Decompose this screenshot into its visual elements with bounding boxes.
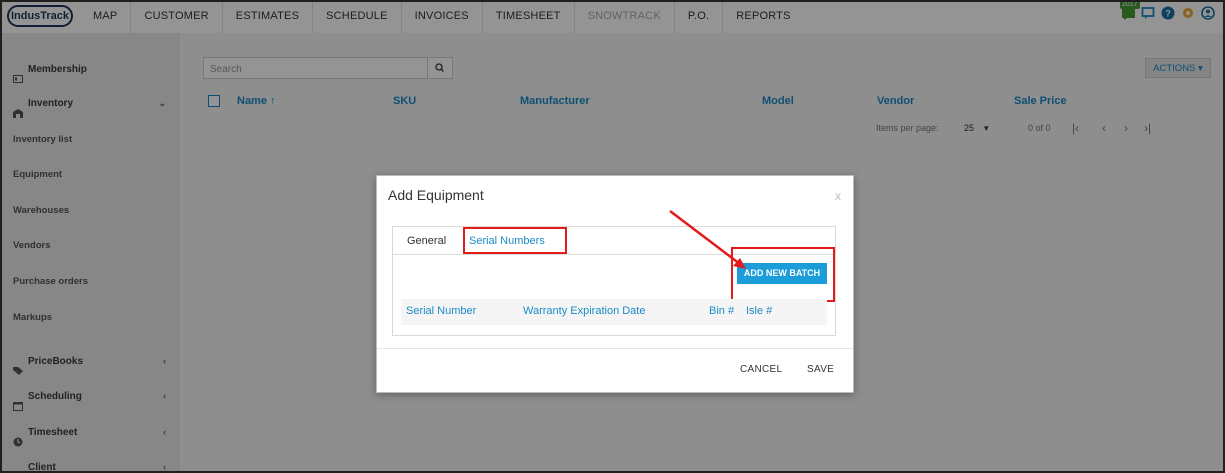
highlight-box <box>463 227 567 254</box>
column-header-bin[interactable]: Bin # <box>709 305 734 317</box>
tab-general[interactable]: General <box>407 235 446 247</box>
add-equipment-dialog: Add Equipment x General Serial Numbers A… <box>376 175 854 393</box>
column-header-serial-number[interactable]: Serial Number <box>406 305 476 317</box>
close-icon[interactable]: x <box>835 189 841 203</box>
highlight-box <box>731 247 835 302</box>
dialog-footer-divider <box>377 348 853 349</box>
dialog-body: General Serial Numbers ADD NEW BATCH Ser… <box>392 226 836 336</box>
column-header-isle[interactable]: Isle # <box>746 305 772 317</box>
save-button[interactable]: SAVE <box>807 364 834 375</box>
cancel-button[interactable]: CANCEL <box>740 364 782 375</box>
column-header-warranty-expiration[interactable]: Warranty Expiration Date <box>523 305 645 317</box>
app-window: IndusTrack MAP CUSTOMER ESTIMATES SCHEDU… <box>0 0 1225 473</box>
dialog-title: Add Equipment <box>388 187 484 203</box>
serial-table-header: Serial Number Warranty Expiration Date B… <box>401 299 827 325</box>
